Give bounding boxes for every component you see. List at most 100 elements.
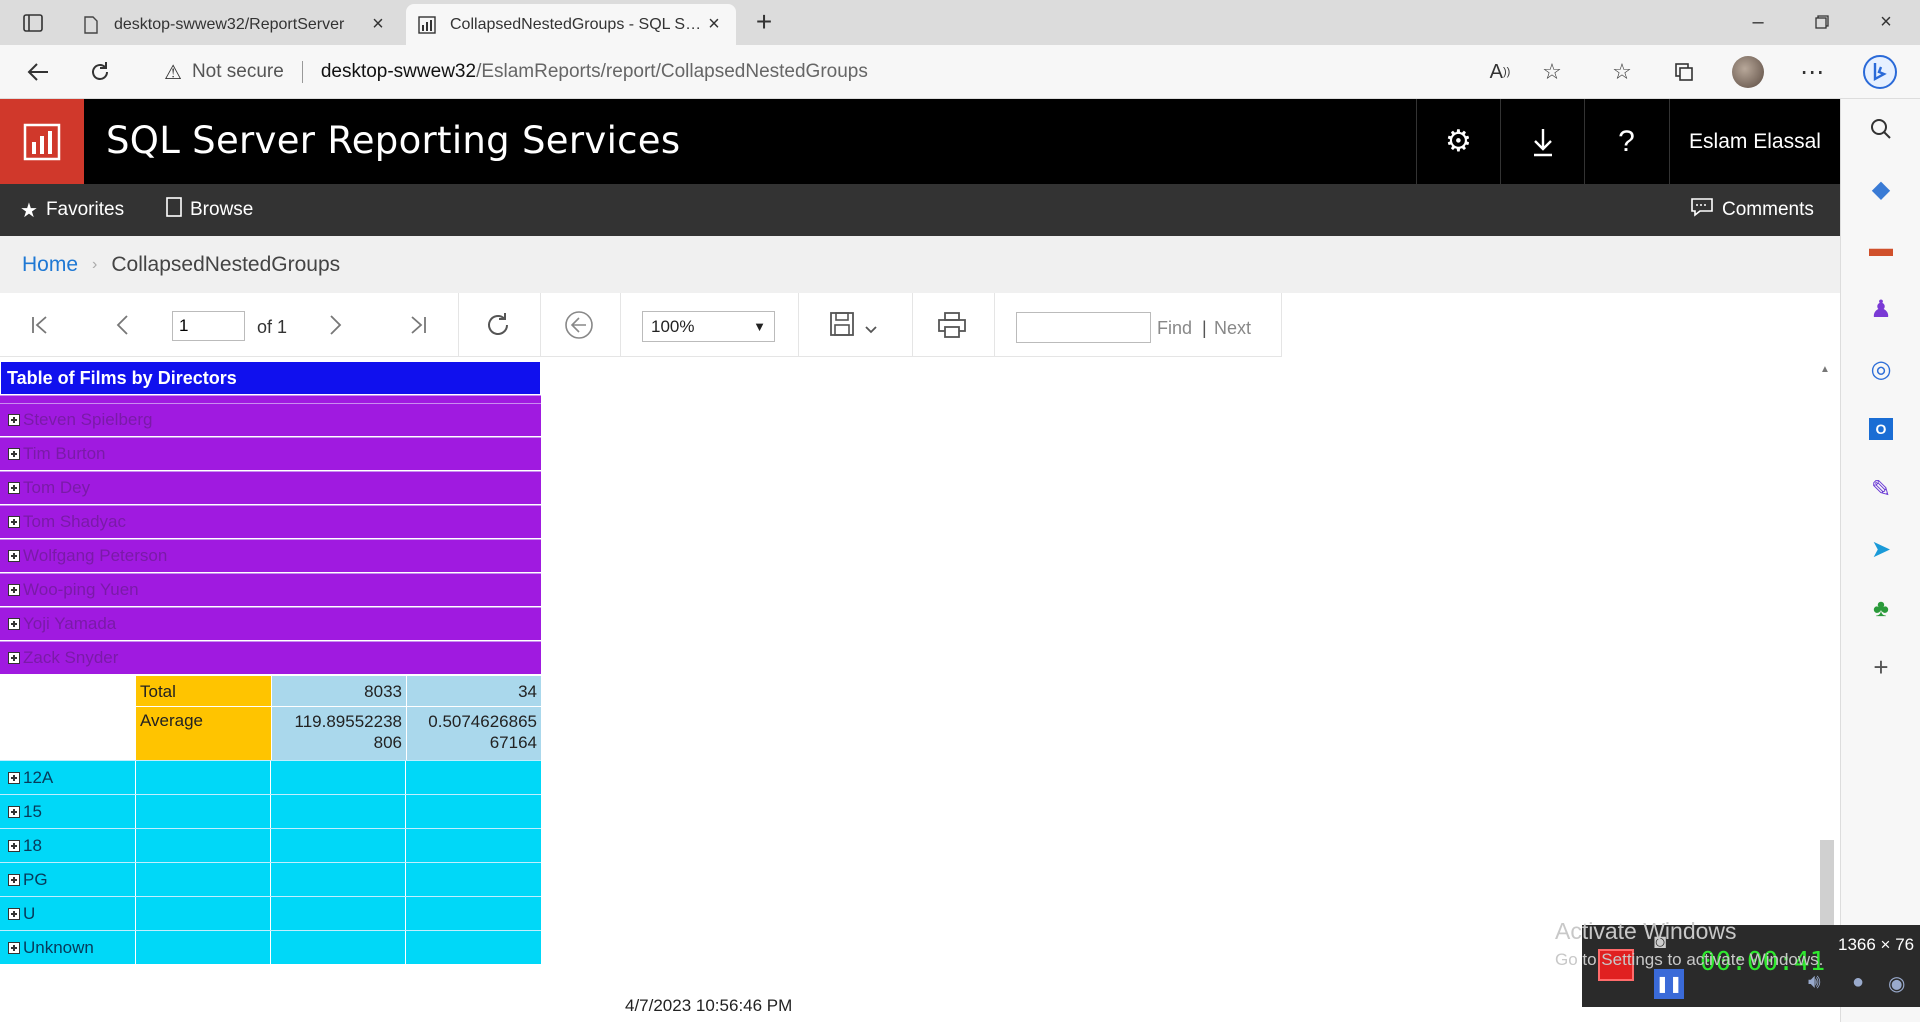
next-page-icon[interactable] (318, 307, 354, 343)
expand-icon[interactable] (8, 414, 20, 426)
toolbar-divider (458, 293, 459, 357)
certificate-row[interactable]: PG (0, 862, 541, 896)
expand-icon[interactable] (8, 618, 20, 630)
director-name: Woo-ping Yuen (23, 580, 139, 599)
webcam-icon[interactable]: ◉ (1888, 971, 1905, 996)
ssrs-logo-icon[interactable] (0, 99, 84, 184)
find-button[interactable]: Find (1157, 318, 1192, 339)
expand-icon[interactable] (8, 873, 20, 886)
office-icon[interactable]: ◎ (1861, 349, 1901, 389)
director-row[interactable]: Yoji Yamada (0, 607, 541, 640)
collections-icon[interactable] (1666, 54, 1702, 90)
speaker-icon[interactable]: 🔊︎ (1808, 971, 1821, 994)
minimize-button[interactable]: – (1728, 6, 1788, 38)
nav-browse[interactable]: Browse (166, 184, 253, 236)
nav-comments[interactable]: Comments (1690, 184, 1814, 236)
nav-browse-label: Browse (190, 199, 254, 220)
shopping-tag-icon[interactable]: ◆ (1861, 169, 1901, 209)
new-tab-button[interactable]: + (748, 6, 780, 38)
expand-icon[interactable] (8, 652, 20, 664)
tools-icon[interactable]: ▬ (1861, 229, 1901, 269)
close-tab-icon[interactable]: × (704, 13, 724, 36)
tree-icon[interactable]: ♣ (1861, 589, 1901, 629)
outlook-icon[interactable]: O (1861, 409, 1901, 449)
games-icon[interactable]: ♟ (1861, 289, 1901, 329)
refresh-button[interactable] (82, 54, 118, 90)
activate-windows-subtext: Go to Settings to activate Windows. (1555, 950, 1824, 969)
expand-icon[interactable] (8, 584, 20, 596)
expand-icon[interactable] (8, 941, 20, 954)
director-name: Tom Dey (23, 478, 91, 497)
toolbar-divider (994, 293, 995, 357)
last-page-icon[interactable] (400, 307, 436, 343)
profile-avatar[interactable] (1730, 54, 1766, 90)
back-button[interactable] (20, 54, 56, 90)
read-aloud-icon[interactable]: A)) (1482, 54, 1518, 90)
breadcrumb-home-link[interactable]: Home (22, 253, 78, 277)
expand-icon[interactable] (8, 550, 20, 562)
help-icon[interactable]: ? (1584, 99, 1668, 184)
settings-icon[interactable]: ⚙ (1416, 99, 1500, 184)
expand-icon[interactable] (8, 805, 20, 818)
microphone-icon[interactable]: ● (1852, 971, 1864, 994)
tab-actions-icon[interactable] (20, 10, 46, 36)
nav-favorites[interactable]: ★ Favorites (20, 184, 124, 236)
certificate-name: 15 (23, 801, 42, 821)
send-icon[interactable]: ➤ (1861, 529, 1901, 569)
certificate-row[interactable]: 12A (0, 760, 541, 794)
nav-comments-label: Comments (1722, 199, 1814, 220)
average-value1-line2: 806 (373, 733, 402, 752)
bing-icon[interactable] (1862, 54, 1898, 90)
total-value2: 34 (518, 682, 537, 701)
url-field[interactable]: ⚠ Not secure desktop-swwew32 /EslamRepor… (140, 52, 1495, 92)
browser-tab-reportserver[interactable]: desktop-swwew32/ReportServer × (70, 4, 400, 45)
close-window-button[interactable]: × (1856, 6, 1916, 38)
certificate-row[interactable]: 18 (0, 828, 541, 862)
director-row[interactable]: Woo-ping Yuen (0, 573, 541, 606)
add-icon[interactable]: + (1861, 647, 1901, 687)
print-icon[interactable] (934, 307, 970, 343)
certificate-row[interactable]: U (0, 896, 541, 930)
expand-icon[interactable] (8, 771, 20, 784)
director-row[interactable]: Wolfgang Peterson (0, 539, 541, 572)
page-number-input[interactable] (172, 311, 245, 341)
favorites-bar-icon[interactable]: ☆ (1604, 54, 1640, 90)
more-options-icon[interactable]: ⋯ (1794, 54, 1830, 90)
find-input[interactable] (1016, 312, 1151, 343)
refresh-report-icon[interactable] (480, 307, 516, 343)
close-tab-icon[interactable]: × (368, 13, 388, 36)
export-save-icon[interactable] (824, 307, 884, 343)
previous-page-icon[interactable] (104, 307, 140, 343)
back-to-parent-icon[interactable] (561, 307, 597, 343)
pause-icon[interactable]: ❚❚ (1654, 969, 1684, 999)
toolbar-divider (1281, 293, 1282, 357)
certificate-row[interactable]: 15 (0, 794, 541, 828)
expand-icon[interactable] (8, 516, 20, 528)
expand-icon[interactable] (8, 448, 20, 460)
expand-icon[interactable] (8, 482, 20, 494)
expand-icon[interactable] (8, 839, 20, 852)
director-row[interactable]: Tim Burton (0, 437, 541, 470)
zoom-select[interactable]: 100% ▼ (642, 311, 775, 342)
report-timestamp: 4/7/2023 10:56:46 PM (625, 996, 793, 1015)
designer-icon[interactable]: ✎ (1861, 469, 1901, 509)
director-row[interactable]: Steven Spielberg (0, 403, 541, 436)
find-next-button[interactable]: Next (1214, 318, 1251, 339)
search-icon[interactable] (1861, 109, 1901, 149)
page-icon (82, 15, 100, 34)
certificate-row[interactable]: Unknown (0, 930, 541, 964)
browser-tab-collapsednestedgroups[interactable]: CollapsedNestedGroups - SQL Server Repor… (406, 4, 736, 45)
user-name[interactable]: Eslam Elassal (1669, 99, 1840, 184)
director-row[interactable]: Zack Snyder (0, 641, 541, 674)
director-row[interactable]: Tom Dey (0, 471, 541, 504)
expand-icon[interactable] (8, 907, 20, 920)
certificate-name: PG (23, 869, 48, 889)
first-page-icon[interactable] (22, 307, 58, 343)
url-path: /EslamReports/report/CollapsedNestedGrou… (476, 61, 868, 82)
director-row[interactable]: Tom Shadyac (0, 505, 541, 538)
restore-button[interactable] (1792, 6, 1852, 38)
download-icon[interactable] (1500, 99, 1584, 184)
scroll-up-icon[interactable]: ▲ (1820, 364, 1830, 375)
add-favorite-icon[interactable]: ☆ (1534, 54, 1570, 90)
total-value1: 8033 (364, 682, 402, 701)
